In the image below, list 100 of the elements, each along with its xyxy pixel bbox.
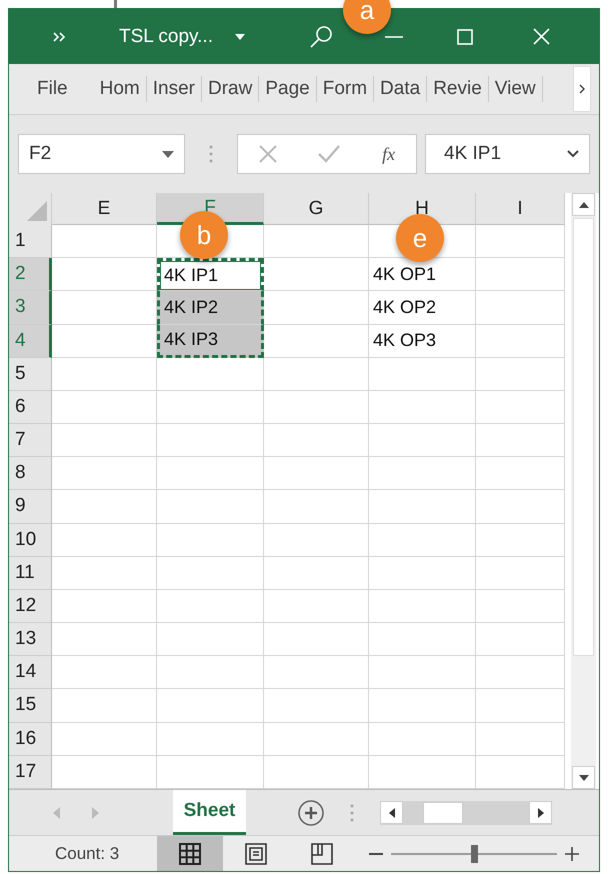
horizontal-scrollbar[interactable] <box>380 800 552 824</box>
table-cell[interactable] <box>52 358 157 391</box>
table-cell[interactable] <box>157 457 264 490</box>
table-cell[interactable] <box>52 524 157 557</box>
ribbon-tab[interactable]: Draw <box>202 76 260 102</box>
table-cell[interactable] <box>476 225 565 258</box>
column-header[interactable]: G <box>264 193 369 225</box>
column-header[interactable]: I <box>476 193 565 225</box>
table-cell[interactable] <box>157 424 264 458</box>
row-header[interactable]: 15 <box>9 689 52 723</box>
table-cell[interactable] <box>52 424 157 458</box>
table-cell[interactable] <box>476 324 565 358</box>
table-cell[interactable] <box>264 225 369 258</box>
table-cell[interactable] <box>264 623 369 656</box>
table-cell[interactable] <box>264 358 369 391</box>
ribbon-tab[interactable]: Form <box>316 76 374 102</box>
table-cell[interactable] <box>157 722 264 756</box>
row-header[interactable]: 7 <box>9 424 52 458</box>
double-chevron-icon[interactable] <box>53 32 65 42</box>
table-cell[interactable] <box>264 689 369 723</box>
ribbon-tab[interactable]: Page <box>259 76 317 102</box>
table-cell[interactable] <box>264 556 369 590</box>
table-cell[interactable] <box>369 490 476 524</box>
table-cell[interactable] <box>369 556 476 590</box>
caret-icon[interactable] <box>234 34 245 40</box>
scroll-left-icon[interactable] <box>388 808 394 818</box>
maximize-icon[interactable] <box>456 28 473 44</box>
name-box[interactable]: F2 <box>18 134 185 174</box>
table-cell[interactable] <box>157 556 264 590</box>
table-cell[interactable] <box>476 623 565 656</box>
table-cell[interactable] <box>476 390 565 424</box>
table-cell[interactable] <box>369 390 476 424</box>
row-header[interactable]: 13 <box>9 623 52 656</box>
formula-field[interactable]: 4K IP1 <box>425 134 590 174</box>
row-header[interactable]: 17 <box>9 756 52 789</box>
table-cell[interactable] <box>476 457 565 490</box>
table-cell[interactable] <box>369 424 476 458</box>
table-cell[interactable] <box>476 358 565 391</box>
table-cell[interactable]: 4K IP1 <box>157 258 264 292</box>
minimize-icon[interactable] <box>384 36 403 38</box>
table-cell[interactable] <box>264 390 369 424</box>
row-header[interactable]: 2 <box>9 258 52 292</box>
table-cell[interactable]: 4K OP2 <box>369 291 476 325</box>
table-cell[interactable]: 4K IP2 <box>157 291 264 325</box>
ribbon-tab[interactable]: Hom <box>94 76 147 102</box>
table-cell[interactable] <box>264 722 369 756</box>
table-cell[interactable] <box>157 756 264 789</box>
check-icon[interactable] <box>318 145 340 163</box>
table-cell[interactable] <box>369 722 476 756</box>
table-cell[interactable] <box>369 689 476 723</box>
table-cell[interactable] <box>52 225 157 258</box>
table-cell[interactable] <box>157 656 264 690</box>
table-cell[interactable] <box>476 291 565 325</box>
row-header[interactable]: 1 <box>9 225 52 258</box>
table-cell[interactable] <box>264 324 369 358</box>
ribbon-tab[interactable]: Data <box>374 76 428 102</box>
table-cell[interactable]: 4K OP3 <box>369 324 476 358</box>
table-cell[interactable] <box>52 656 157 690</box>
table-cell[interactable] <box>157 490 264 524</box>
table-cell[interactable] <box>264 756 369 789</box>
table-cell[interactable] <box>476 556 565 590</box>
table-cell[interactable] <box>264 424 369 458</box>
table-cell[interactable] <box>476 656 565 690</box>
table-cell[interactable] <box>476 258 565 292</box>
table-cell[interactable] <box>369 756 476 789</box>
row-header[interactable]: 12 <box>9 590 52 624</box>
row-header[interactable]: 4 <box>9 324 52 358</box>
add-sheet-icon[interactable] <box>298 800 324 826</box>
ribbon-tab[interactable]: File <box>31 76 74 102</box>
table-cell[interactable] <box>157 590 264 624</box>
table-cell[interactable] <box>476 424 565 458</box>
row-header[interactable]: 6 <box>9 390 52 424</box>
table-cell[interactable] <box>264 524 369 557</box>
table-cell[interactable] <box>52 722 157 756</box>
table-cell[interactable] <box>264 490 369 524</box>
table-cell[interactable] <box>264 656 369 690</box>
table-cell[interactable] <box>157 524 264 557</box>
ribbon-tab[interactable]: Inser <box>146 76 202 102</box>
table-cell[interactable] <box>369 623 476 656</box>
table-cell[interactable] <box>52 457 157 490</box>
table-cell[interactable] <box>369 656 476 690</box>
row-header[interactable]: 16 <box>9 722 52 756</box>
table-cell[interactable] <box>52 689 157 723</box>
table-cell[interactable] <box>476 590 565 624</box>
search-icon[interactable] <box>308 24 333 48</box>
vertical-scrollbar[interactable] <box>571 193 596 789</box>
previous-sheet-icon[interactable] <box>53 806 60 818</box>
row-header[interactable]: 5 <box>9 358 52 391</box>
scroll-right-icon[interactable] <box>538 808 544 818</box>
table-cell[interactable] <box>157 390 264 424</box>
view-button[interactable] <box>157 836 223 871</box>
table-cell[interactable] <box>52 490 157 524</box>
table-cell[interactable] <box>369 457 476 490</box>
cancel-icon[interactable] <box>258 145 277 163</box>
table-cell[interactable] <box>476 756 565 789</box>
row-header[interactable]: 11 <box>9 556 52 590</box>
table-cell[interactable] <box>157 358 264 391</box>
scroll-up-icon[interactable] <box>578 202 588 208</box>
close-icon[interactable] <box>532 28 550 45</box>
row-header[interactable]: 14 <box>9 656 52 690</box>
